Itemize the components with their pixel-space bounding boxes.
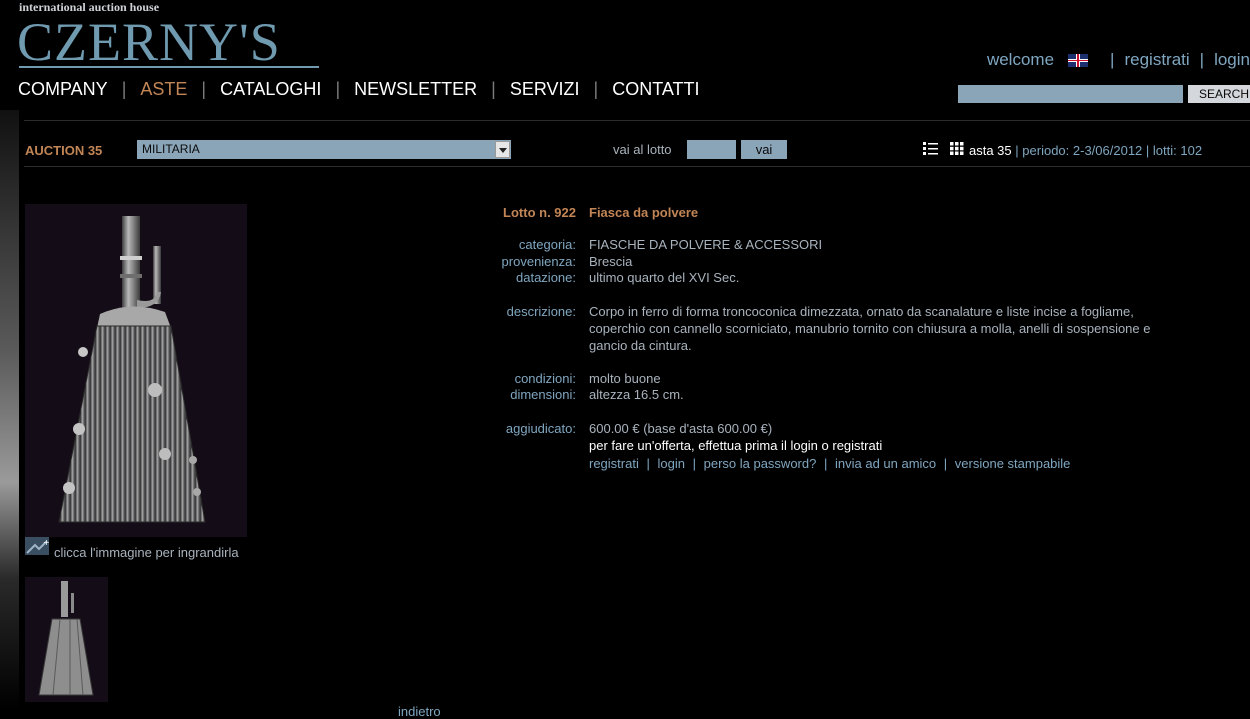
aggiudicato-value: 600.00 € (base d'asta 600.00 €): [589, 421, 773, 436]
nav-aste[interactable]: ASTE: [140, 79, 187, 100]
link-login[interactable]: login: [658, 456, 685, 471]
descrizione-line-1: Corpo in ferro di forma troncoconica dim…: [589, 304, 1134, 319]
link-separator: |: [943, 456, 948, 471]
go-button[interactable]: vai: [741, 140, 787, 159]
nav-separator: |: [121, 79, 127, 99]
info-separator: |: [1015, 143, 1019, 158]
categoria-label: categoria:: [518, 237, 576, 252]
zoom-icon[interactable]: +: [25, 537, 49, 555]
lotti-count: lotti: 102: [1152, 143, 1203, 158]
nav-servizi[interactable]: SERVIZI: [510, 79, 580, 100]
condizioni-label: condizioni:: [514, 371, 576, 386]
lot-thumbnail[interactable]: [25, 577, 108, 702]
link-separator: |: [823, 456, 828, 471]
category-select[interactable]: MILITARIA: [137, 140, 511, 159]
link-invia-amico[interactable]: invia ad un amico: [835, 456, 936, 471]
provenienza-label: provenienza:: [501, 254, 576, 269]
asta-number: asta 35: [969, 143, 1012, 158]
category-select-value: MILITARIA: [142, 142, 200, 156]
offerta-note: per fare un'offerta, effettua prima il l…: [589, 438, 883, 453]
provenienza-value: Brescia: [589, 254, 633, 269]
condizioni-value: molto buone: [589, 371, 661, 386]
nav-separator: |: [491, 79, 496, 99]
descrizione-line-2: coperchio con cannello scorniciato, manu…: [589, 321, 1151, 336]
auction-label: AUCTION 35: [25, 143, 103, 158]
categoria-value: FIASCHE DA POLVERE & ACCESSORI: [589, 237, 823, 252]
login-link[interactable]: login: [1214, 50, 1250, 70]
datazione-value: ultimo quarto del XVI Sec.: [589, 270, 740, 285]
search-input[interactable]: [958, 85, 1183, 103]
register-link[interactable]: registrati: [1124, 50, 1189, 70]
lot-title: Fiasca da polvere: [589, 205, 699, 220]
auction-info: asta 35 | periodo: 2-3/06/2012 | lotti: …: [969, 143, 1202, 158]
grid-view-icon[interactable]: [950, 142, 964, 155]
logo-underline: [19, 66, 319, 68]
main-nav: COMPANY | ASTE | CATALOGHI | NEWSLETTER …: [18, 79, 700, 100]
zoom-hint[interactable]: clicca l'immagine per ingrandirla: [54, 545, 239, 560]
aggiudicato-label: aggiudicato:: [505, 421, 576, 436]
nav-company[interactable]: COMPANY: [18, 79, 108, 100]
link-registrati[interactable]: registrati: [589, 456, 639, 471]
link-perso-password[interactable]: perso la password?: [704, 456, 817, 471]
lot-number-input[interactable]: [687, 140, 736, 159]
periodo: periodo: 2-3/06/2012: [1022, 143, 1143, 158]
nav-contatti[interactable]: CONTATTI: [612, 79, 699, 100]
link-versione-stampabile[interactable]: versione stampabile: [955, 456, 1071, 471]
lot-number: Lotto n. 922: [503, 205, 576, 220]
divider: [24, 166, 1250, 167]
lot-links: registrati | login | perso la password? …: [589, 456, 1070, 473]
user-links-separator: |: [1199, 50, 1205, 69]
logo[interactable]: CZERNY'S: [17, 12, 281, 72]
nav-separator: |: [201, 79, 207, 99]
lot-main-image[interactable]: [25, 204, 247, 537]
nav-separator: |: [335, 79, 341, 99]
dimensioni-value: altezza 16.5 cm.: [589, 387, 684, 402]
back-link[interactable]: indietro: [398, 704, 441, 719]
info-separator: |: [1145, 143, 1150, 158]
link-separator: |: [646, 456, 650, 471]
dimensioni-label: dimensioni:: [510, 387, 576, 402]
descrizione-label: descrizione:: [506, 304, 576, 319]
nav-newsletter[interactable]: NEWSLETTER: [354, 79, 477, 100]
go-to-lot-label: vai al lotto: [613, 142, 672, 157]
welcome-text: welcome: [986, 50, 1055, 69]
svg-text:+: +: [43, 538, 49, 547]
link-separator: |: [692, 456, 696, 471]
nav-separator: |: [593, 79, 599, 99]
chevron-down-icon[interactable]: [495, 141, 510, 158]
user-links-separator: |: [1110, 50, 1115, 69]
nav-cataloghi[interactable]: CATALOGHI: [220, 79, 321, 100]
search-button[interactable]: SEARCH: [1188, 85, 1250, 103]
datazione-label: datazione:: [516, 270, 576, 285]
uk-flag-icon[interactable]: [1068, 53, 1089, 67]
user-links: welcome | registrati | login: [987, 50, 1250, 70]
list-view-icon[interactable]: [923, 142, 938, 155]
descrizione-line-3: gancio da cintura.: [589, 338, 692, 353]
divider: [24, 120, 1250, 121]
left-edge-decoration: [0, 110, 19, 710]
